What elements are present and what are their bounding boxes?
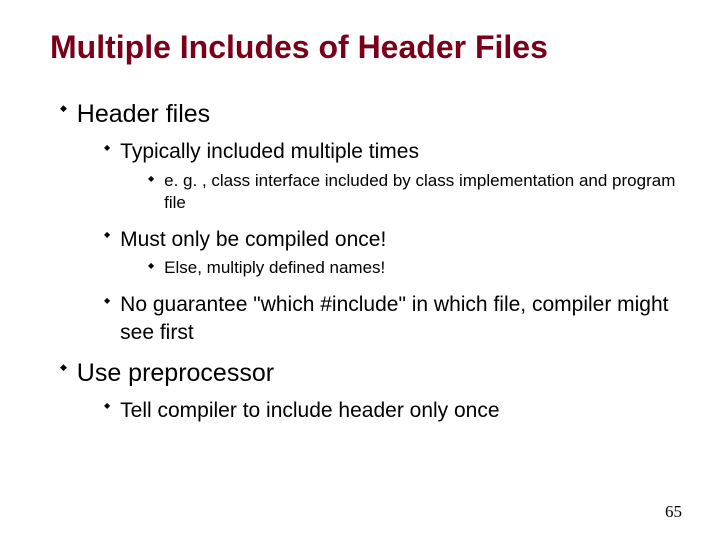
list-item: ◆ No guarantee "which #include" in which… (104, 291, 680, 346)
list-item: ◆ Typically included multiple times (104, 138, 680, 165)
bullet-text: Must only be compiled once! (120, 226, 386, 253)
bullet-level-3: ◆ e. g. , class interface included by cl… (148, 170, 680, 214)
diamond-icon: ◆ (60, 104, 67, 113)
bullet-text: Typically included multiple times (120, 138, 419, 165)
list-item: ◆ Use preprocessor (60, 358, 680, 389)
bullet-text: Header files (77, 99, 210, 130)
diamond-icon: ◆ (104, 297, 110, 305)
bullet-text: Use preprocessor (77, 358, 274, 389)
diamond-icon: ◆ (148, 175, 154, 183)
list-item: ◆ e. g. , class interface included by cl… (148, 170, 680, 214)
bullet-level-2: ◆ Typically included multiple times ◆ e.… (104, 138, 680, 345)
slide-title: Multiple Includes of Header Files (50, 30, 680, 65)
bullet-level-1: ◆ Use preprocessor ◆ Tell compiler to in… (60, 358, 680, 425)
list-item: ◆ Must only be compiled once! (104, 226, 680, 253)
list-item: ◆ Tell compiler to include header only o… (104, 397, 680, 424)
diamond-icon: ◆ (104, 144, 110, 152)
list-item: ◆ Header files (60, 99, 680, 130)
page-number: 65 (665, 502, 682, 522)
bullet-text: Tell compiler to include header only onc… (120, 397, 499, 424)
list-item: ◆ Else, multiply defined names! (148, 257, 680, 279)
bullet-text: No guarantee "which #include" in which f… (120, 291, 680, 346)
diamond-icon: ◆ (148, 262, 154, 270)
diamond-icon: ◆ (60, 363, 67, 372)
slide: Multiple Includes of Header Files ◆ Head… (0, 0, 720, 540)
diamond-icon: ◆ (104, 231, 110, 239)
bullet-text: Else, multiply defined names! (164, 257, 385, 279)
bullet-text: e. g. , class interface included by clas… (164, 170, 680, 214)
diamond-icon: ◆ (104, 402, 110, 410)
bullet-level-2: ◆ Tell compiler to include header only o… (104, 397, 680, 424)
bullet-level-1: ◆ Header files ◆ Typically included mult… (60, 99, 680, 346)
bullet-level-3: ◆ Else, multiply defined names! (148, 257, 680, 279)
